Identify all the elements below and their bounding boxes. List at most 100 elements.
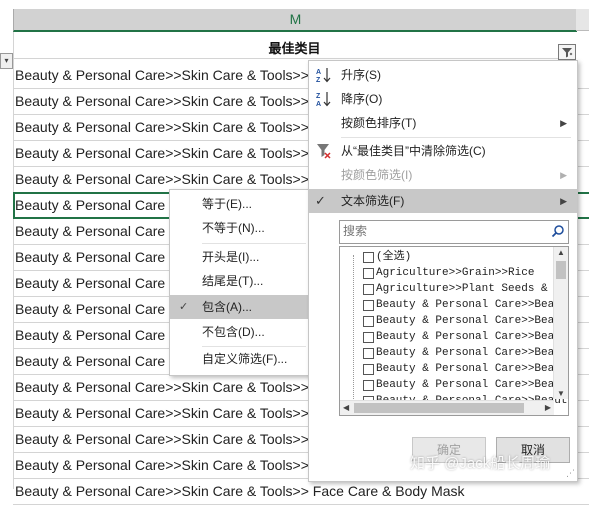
submenu-label: 结尾是(T)... [202,274,264,288]
submenu-ends-with[interactable]: 结尾是(T)... [170,269,310,293]
column-header-m[interactable]: M [13,9,577,32]
checkbox[interactable] [363,380,374,391]
text-filters-label: 文本筛选(F) [341,194,405,208]
cell-text: Beauty & Personal Care>>Skin Care & Tool… [15,457,309,473]
chevron-right-icon: ▶ [560,196,567,206]
check-icon: ✓ [315,193,326,208]
scroll-up-icon[interactable]: ▲ [557,248,565,257]
header-cell[interactable]: 最佳类目 [13,32,576,59]
submenu-label: 自定义筛选(F)... [202,352,288,366]
adjacent-filter-button[interactable]: ▾ [0,53,13,69]
submenu-begins-with[interactable]: 开头是(I)... [170,245,310,269]
cell-text: Beauty & Personal Care>>Skin Care & Tool… [15,145,309,161]
clear-filter[interactable]: 从“最佳类目”中清除筛选(C) [309,139,577,163]
list-item-label: Beauty & Personal Care>>Beauty [376,379,569,391]
checkbox[interactable] [363,268,374,279]
chevron-right-icon: ▶ [560,170,567,180]
checkbox[interactable] [363,348,374,359]
resize-grip-icon[interactable]: ⋰ [566,468,575,479]
list-item-label: Beauty & Personal Care>>Beauty [376,331,569,343]
cell-text: Beauty & Personal Care [15,197,166,213]
table-row[interactable]: Beauty & Personal Care>>Skin Care & Tool… [13,478,589,505]
checkbox[interactable] [363,332,374,343]
filter-funnel-icon [562,47,573,57]
search-box[interactable] [339,220,569,244]
sort-by-color-label: 按颜色排序(T) [341,116,417,130]
adjacent-column-strip: ▾ [0,9,14,489]
cell-text: Beauty & Personal Care>>Skin Care & Tool… [15,431,309,447]
svg-text:A: A [316,69,321,76]
search-input[interactable] [340,221,543,241]
filter-values-list[interactable]: (全选) Agriculture>>Grain>>Rice Agricultur… [339,246,569,416]
submenu-label: 等于(E)... [202,197,252,211]
header-title: 最佳类目 [268,41,321,56]
chevron-right-icon: ▶ [560,118,567,128]
cell-text: Beauty & Personal Care [15,327,166,343]
tree-connector [353,255,355,407]
submenu-contains[interactable]: ✓ 包含(A)... [170,295,310,319]
sort-ascending[interactable]: A Z 升序(S) [309,63,577,87]
vertical-scrollbar[interactable]: ▲ ▼ [553,247,568,399]
cell-text: Beauty & Personal Care [15,275,166,291]
cell-text: Beauty & Personal Care [15,301,166,317]
cell-text: Beauty & Personal Care>>Skin Care & Tool… [15,405,309,421]
checkbox[interactable] [363,300,374,311]
sort-by-color[interactable]: 按颜色排序(T) ▶ [309,111,577,135]
column-letter: M [289,11,302,27]
sort-a-to-z-icon: A Z [316,68,331,84]
list-item-label: Beauty & Personal Care>>Beauty [376,363,569,375]
sort-descending[interactable]: Z A 降序(O) [309,87,577,111]
scrollbar-thumb[interactable] [556,261,566,279]
scroll-left-icon[interactable]: ◀ [343,403,349,412]
sort-ascending-label: 升序(S) [341,68,381,82]
submenu-not-equals[interactable]: 不等于(N)... [170,216,310,240]
list-item-label: Agriculture>>Plant Seeds & Bulbs [376,283,569,295]
submenu-label: 包含(A)... [202,300,252,314]
list-item-label: Beauty & Personal Care>>Beauty [376,299,569,311]
column-header-next[interactable] [576,9,589,31]
search-icon [551,225,564,238]
spreadsheet: ▾ M 最佳类目 Beauty & Personal Care>>Skin Ca… [0,0,589,505]
cell-text: Beauty & Personal Care [15,249,166,265]
clear-filter-label: 从“最佳类目”中清除筛选(C) [341,144,486,158]
submenu-label: 不等于(N)... [202,221,265,235]
scroll-right-icon[interactable]: ▶ [545,403,551,412]
text-filter-submenu: 等于(E)... 不等于(N)... 开头是(I)... 结尾是(T)... ✓… [169,189,311,376]
sort-descending-label: 降序(O) [341,92,383,106]
scroll-down-icon[interactable]: ▼ [557,389,565,398]
text-filters[interactable]: ✓ 文本筛选(F) ▶ [309,189,577,213]
cell-text: Beauty & Personal Care>>Skin Care & Tool… [15,119,309,135]
submenu-does-not-contain[interactable]: 不包含(D)... [170,320,310,344]
watermark: 知乎 @Jack船长周瑜 [410,455,551,472]
submenu-label: 不包含(D)... [202,325,265,339]
cell-text: Beauty & Personal Care>>Skin Care & Tool… [15,483,465,499]
horizontal-scrollbar[interactable]: ◀ ▶ [340,400,554,415]
list-item-label: Beauty & Personal Care>>Beauty [376,347,569,359]
list-item-label: Agriculture>>Grain>>Rice [376,267,535,279]
clear-filter-icon [317,144,331,159]
submenu-custom-filter[interactable]: 自定义筛选(F)... [170,347,310,371]
filter-dropdown-button[interactable] [558,44,576,60]
filter-by-color[interactable]: 按颜色筛选(I) ▶ [309,163,577,187]
checkbox[interactable] [363,252,374,263]
sort-z-to-a-icon: Z A [316,92,331,108]
submenu-equals[interactable]: 等于(E)... [170,192,310,216]
checkbox[interactable] [363,284,374,295]
checkbox[interactable] [363,364,374,375]
cell-text: Beauty & Personal Care>>Skin Care & Tool… [15,93,309,109]
check-icon: ✓ [179,301,189,313]
cell-text: Beauty & Personal Care>>Skin Care & Tool… [15,171,309,187]
list-item-label: Beauty & Personal Care>>Beauty [376,315,569,327]
submenu-label: 开头是(I)... [202,250,260,264]
filter-by-color-label: 按颜色筛选(I) [341,168,413,182]
cell-text: Beauty & Personal Care [15,353,166,369]
svg-text:A: A [316,101,321,108]
cell-text: Beauty & Personal Care>>Skin Care & Tool… [15,379,309,395]
svg-text:Z: Z [316,77,321,84]
checkbox[interactable] [363,316,374,327]
autofilter-panel: A Z 升序(S) Z A 降序(O) 按颜色排序(T) ▶ 从“最佳类目”中清 [308,60,578,482]
scrollbar-thumb[interactable] [354,403,524,413]
list-item-label: (全选) [376,251,412,263]
cell-text: Beauty & Personal Care>>Skin Care & Tool… [15,67,309,83]
cell-text: Beauty & Personal Care [15,223,166,239]
